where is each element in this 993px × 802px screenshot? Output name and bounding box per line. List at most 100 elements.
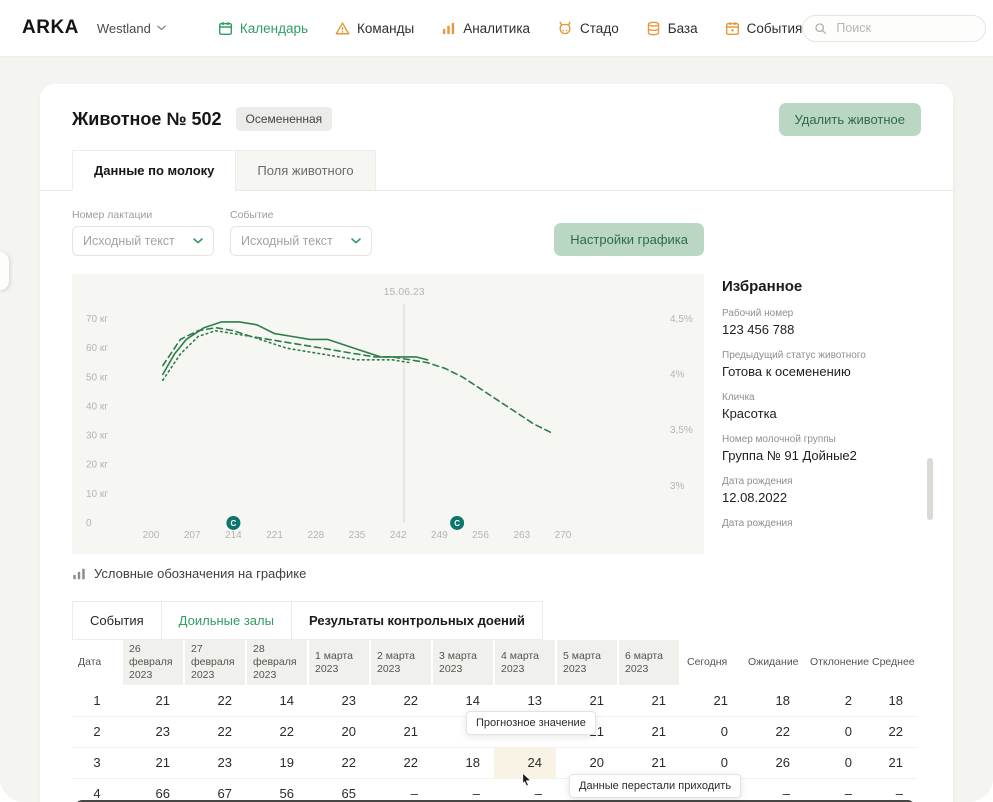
chart-series-dashed <box>163 328 551 433</box>
y-axis-right-label: 3% <box>670 481 685 492</box>
value-cell[interactable]: 24 <box>494 747 556 778</box>
column-header: 27 февраля 2023 <box>184 640 246 685</box>
tab-milking-parlors[interactable]: Доильные залы <box>161 601 292 640</box>
event-marker-label: C <box>454 519 460 528</box>
value-cell[interactable]: 21 <box>680 685 742 716</box>
row-date-cell[interactable]: 3 <box>72 747 122 778</box>
favorite-field-value: 123 456 788 <box>722 322 921 337</box>
value-cell[interactable]: – <box>866 778 917 802</box>
nav-item-label: Команды <box>357 21 414 36</box>
row-date-cell[interactable]: 1 <box>72 685 122 716</box>
legend-note[interactable]: Условные обозначения на графике <box>72 566 921 581</box>
value-cell[interactable]: 14 <box>246 685 308 716</box>
value-cell[interactable]: 21 <box>122 747 184 778</box>
main-nav: Календарь Команды Аналитика Стадо База Событи… <box>218 20 803 36</box>
event-select[interactable]: Исходный текст <box>230 226 372 256</box>
value-cell[interactable]: 22 <box>370 685 432 716</box>
chevron-down-icon <box>157 25 166 31</box>
value-cell[interactable]: 0 <box>804 716 866 747</box>
value-cell[interactable]: 0 <box>804 747 866 778</box>
value-cell[interactable]: 23 <box>308 685 370 716</box>
tab-control-milking[interactable]: Результаты контрольных доений <box>291 601 543 640</box>
secondary-tabs: СобытияДоильные залыРезультаты контрольн… <box>72 601 921 640</box>
chevron-down-icon <box>193 238 203 244</box>
org-selector[interactable]: Westland <box>97 21 166 36</box>
value-cell[interactable]: 20 <box>308 716 370 747</box>
value-cell[interactable]: 23 <box>122 716 184 747</box>
value-cell[interactable]: 18 <box>866 685 917 716</box>
tab-animal-fields[interactable]: Поля животного <box>235 150 375 191</box>
filter-label: Номер лактации <box>72 209 214 221</box>
value-cell[interactable]: 22 <box>184 685 246 716</box>
value-cell[interactable]: 65 <box>308 778 370 802</box>
row-date-cell[interactable]: 2 <box>72 716 122 747</box>
chevron-down-icon <box>351 238 361 244</box>
nav-item-calendar[interactable]: Календарь <box>218 20 308 36</box>
table-row: 466675665––––––– <box>72 778 917 802</box>
value-cell[interactable]: – <box>742 778 804 802</box>
value-cell[interactable]: 22 <box>308 747 370 778</box>
value-cell[interactable]: 22 <box>370 747 432 778</box>
value-cell[interactable]: 22 <box>866 716 917 747</box>
primary-tabs: Данные по молокуПоля животного <box>72 150 921 191</box>
value-cell[interactable]: – <box>804 778 866 802</box>
nav-item-herd[interactable]: Стадо <box>557 20 619 36</box>
value-cell[interactable]: – <box>432 778 494 802</box>
cow-icon <box>557 20 573 36</box>
favorites-scrollbar[interactable] <box>927 458 933 520</box>
lactation-select[interactable]: Исходный текст <box>72 226 214 256</box>
value-cell[interactable]: 66 <box>122 778 184 802</box>
value-cell[interactable]: 22 <box>184 716 246 747</box>
row-date-cell[interactable]: 4 <box>72 778 122 802</box>
value-cell[interactable]: 56 <box>246 778 308 802</box>
column-header: Ожидание <box>742 640 804 685</box>
value-cell[interactable]: – <box>370 778 432 802</box>
tab-events[interactable]: События <box>72 601 162 640</box>
value-cell[interactable]: 0 <box>680 716 742 747</box>
value-cell[interactable]: 21 <box>122 685 184 716</box>
side-drawer-handle[interactable] <box>0 252 9 290</box>
tab-milk-data[interactable]: Данные по молоку <box>72 150 236 191</box>
value-cell[interactable]: 22 <box>246 716 308 747</box>
value-cell[interactable]: 18 <box>432 747 494 778</box>
value-cell[interactable]: 21 <box>618 685 680 716</box>
milkings-table-wrap: Дата26 февраля 202327 февраля 202328 фев… <box>72 640 921 802</box>
value-cell[interactable]: 21 <box>370 716 432 747</box>
y-axis-label: 50 кг <box>86 372 108 383</box>
favorite-field: Дата рождения <box>722 518 921 529</box>
delete-animal-button[interactable]: Удалить животное <box>779 103 922 136</box>
value-cell[interactable]: 21 <box>866 747 917 778</box>
value-cell[interactable]: 19 <box>246 747 308 778</box>
favorites-panel: Избранное Рабочий номер123 456 788Предыд… <box>722 274 921 554</box>
value-cell[interactable]: 2 <box>804 685 866 716</box>
cursor-icon <box>519 772 534 787</box>
nav-item-events[interactable]: События <box>725 20 803 36</box>
favorite-field: Дата рождения12.08.2022 <box>722 476 921 505</box>
value-cell[interactable]: 22 <box>742 716 804 747</box>
column-header: 26 февраля 2023 <box>122 640 184 685</box>
column-header: 3 марта 2023 <box>432 640 494 685</box>
search-input[interactable] <box>834 20 974 36</box>
search-icon <box>814 22 827 35</box>
search-box[interactable] <box>802 15 986 42</box>
value-cell[interactable]: 21 <box>618 716 680 747</box>
nav-item-analytics[interactable]: Аналитика <box>441 20 530 36</box>
select-value: Исходный текст <box>83 234 175 248</box>
chart-settings-button[interactable]: Настройки графика <box>554 223 704 256</box>
nav-item-commands[interactable]: Команды <box>335 20 414 36</box>
card-header: Животное № 502 Осемененная Удалить живот… <box>72 104 921 134</box>
nav-item-base[interactable]: База <box>646 20 698 36</box>
nav-item-label: Стадо <box>580 21 619 36</box>
value-cell[interactable]: 18 <box>742 685 804 716</box>
value-cell[interactable]: 67 <box>184 778 246 802</box>
x-axis-label: 270 <box>555 530 572 541</box>
milk-chart[interactable]: 15.06.2370 кг60 кг50 кг40 кг30 кг20 кг10… <box>72 274 704 554</box>
favorite-field-label: Предыдущий статус животного <box>722 350 921 361</box>
y-axis-label: 70 кг <box>86 314 108 325</box>
favorite-field: Номер молочной группыГруппа № 91 Дойные2 <box>722 434 921 463</box>
value-cell[interactable]: 23 <box>184 747 246 778</box>
value-cell[interactable]: 26 <box>742 747 804 778</box>
column-header: Сегодня <box>680 640 742 685</box>
x-axis-label: 221 <box>266 530 283 541</box>
app-window: ARKA Westland КалендарьКомандыАналитикаС… <box>0 0 993 802</box>
